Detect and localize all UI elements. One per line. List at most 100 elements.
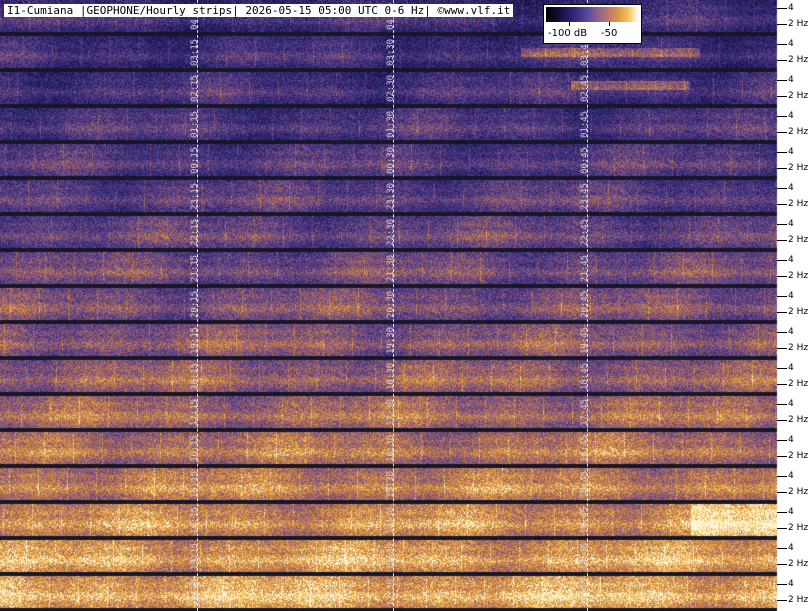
freq-axis-tick [777, 116, 787, 117]
strip-time-label: 00:30 [386, 146, 396, 174]
freq-axis-label: 2 Hz [788, 307, 809, 317]
freq-axis-tick [777, 512, 787, 513]
strip-time-label: 16:30 [386, 434, 396, 462]
freq-axis-label: 2 Hz [788, 523, 809, 533]
freq-axis-tick [777, 152, 787, 153]
freq-axis-tick [777, 548, 787, 549]
freq-axis-tick [777, 440, 787, 441]
strip-time-label: 22:15 [190, 218, 200, 246]
freq-axis-tick [777, 260, 787, 261]
strip-time-label: 13:30 [386, 542, 396, 570]
freq-axis-label: 2 Hz [788, 379, 809, 389]
colorbar-label-min: -100 dB [548, 28, 588, 39]
freq-axis-tick [777, 296, 787, 297]
freq-axis-label: 2 Hz [788, 559, 809, 569]
strip-time-label: 23:45 [580, 182, 590, 210]
freq-axis-label: 4 [788, 363, 794, 373]
freq-axis-label: 4 [788, 543, 794, 553]
chart-title: I1-Cumiana |GEOPHONE/Hourly strips| 2026… [4, 4, 514, 17]
strip-time-label: 13:45 [580, 542, 590, 570]
freq-axis-label: 2 Hz [788, 595, 809, 605]
strip-time-label: 15:45 [580, 470, 590, 498]
strip-time-label: 03:30 [386, 38, 396, 66]
spectrogram-canvas [0, 0, 812, 611]
strip-time-label: 02:45 [580, 74, 590, 102]
colorbar-tick [609, 22, 610, 26]
strip-time-label: 12:45 [580, 578, 590, 606]
freq-axis-tick [777, 204, 787, 205]
freq-axis-tick [777, 528, 787, 529]
freq-axis-label: 4 [788, 291, 794, 301]
freq-axis-tick [777, 188, 787, 189]
colorbar-tick [569, 22, 570, 26]
freq-axis-label: 4 [788, 399, 794, 409]
freq-axis-tick [777, 404, 787, 405]
colorbar-label-max: -50 [601, 28, 618, 39]
freq-axis-tick [777, 44, 787, 45]
strip-time-label: 18:30 [386, 362, 396, 390]
strip-time-label: 21:30 [386, 254, 396, 282]
freq-axis-tick [777, 224, 787, 225]
freq-axis-label: 2 Hz [788, 55, 809, 65]
strip-time-label: 16:15 [190, 434, 200, 462]
strip-time-label: 22:45 [580, 218, 590, 246]
freq-axis-label: 4 [788, 579, 794, 589]
freq-axis-label: 2 Hz [788, 235, 809, 245]
strip-time-label: 03:15 [190, 38, 200, 66]
strip-time-label: 00:15 [190, 146, 200, 174]
freq-axis-label: 4 [788, 219, 794, 229]
freq-axis-tick [777, 60, 787, 61]
strip-time-label: 20:30 [386, 290, 396, 318]
freq-axis-label: 2 Hz [788, 451, 809, 461]
strip-time-label: 15:30 [386, 470, 396, 498]
freq-axis-label: 4 [788, 327, 794, 337]
freq-axis-label: 2 Hz [788, 199, 809, 209]
strip-time-label: 21:45 [580, 254, 590, 282]
freq-axis-label: 4 [788, 3, 794, 13]
strip-time-label: 17:45 [580, 398, 590, 426]
freq-axis-tick [777, 96, 787, 97]
freq-axis-tick [777, 80, 787, 81]
freq-axis-label: 2 Hz [788, 19, 809, 29]
freq-axis-label: 2 Hz [788, 487, 809, 497]
freq-axis-tick [777, 8, 787, 9]
freq-axis-tick [777, 168, 787, 169]
freq-axis-label: 4 [788, 471, 794, 481]
strip-time-label: 12:30 [386, 578, 396, 606]
freq-axis-tick [777, 348, 787, 349]
strip-time-label: 18:45 [580, 362, 590, 390]
freq-axis-tick [777, 276, 787, 277]
strip-time-label: 01:15 [190, 110, 200, 138]
strip-time-label: 19:30 [386, 326, 396, 354]
freq-axis-tick [777, 384, 787, 385]
colorbar: -100 dB -50 [543, 4, 642, 44]
strip-time-label: 23:15 [190, 182, 200, 210]
freq-axis-label: 4 [788, 255, 794, 265]
freq-axis-label: 2 Hz [788, 127, 809, 137]
strip-time-label: 14:45 [580, 506, 590, 534]
strip-time-label: 02:15 [190, 74, 200, 102]
freq-axis-tick [777, 24, 787, 25]
colorbar-gradient [546, 7, 639, 22]
freq-axis-label: 4 [788, 435, 794, 445]
strip-time-label: 12:15 [190, 578, 200, 606]
freq-axis-tick [777, 564, 787, 565]
freq-axis-label: 4 [788, 75, 794, 85]
freq-axis-label: 2 Hz [788, 415, 809, 425]
strip-time-label: 19:45 [580, 326, 590, 354]
strip-time-label: 20:15 [190, 290, 200, 318]
spectrogram-chart: 04:1504:3042 Hz03:1503:3003:4542 Hz02:15… [0, 0, 812, 611]
strip-time-label: 19:15 [190, 326, 200, 354]
freq-axis-label: 4 [788, 507, 794, 517]
freq-axis-tick [777, 584, 787, 585]
freq-axis-label: 2 Hz [788, 343, 809, 353]
strip-time-label: 23:30 [386, 182, 396, 210]
freq-axis-label: 4 [788, 111, 794, 121]
freq-axis-label: 2 Hz [788, 91, 809, 101]
freq-axis-tick [777, 312, 787, 313]
freq-axis-tick [777, 132, 787, 133]
freq-axis-label: 2 Hz [788, 163, 809, 173]
strip-time-label: 16:45 [580, 434, 590, 462]
strip-time-label: 00:45 [580, 146, 590, 174]
freq-axis-label: 4 [788, 39, 794, 49]
